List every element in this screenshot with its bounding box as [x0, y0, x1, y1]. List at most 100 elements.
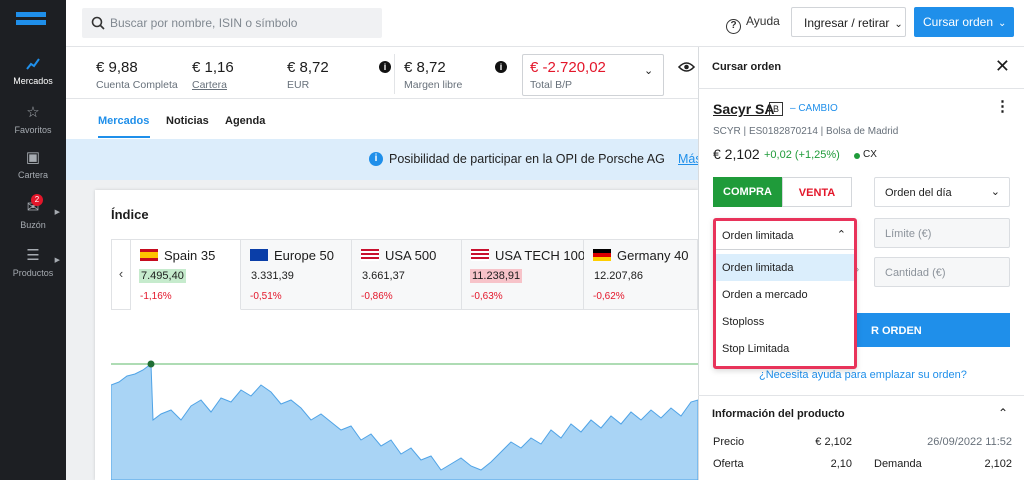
submit-order-button[interactable]: R ORDEN: [855, 313, 1010, 347]
chevron-down-icon: ⌄: [990, 186, 1000, 198]
index-value: 3.331,39: [251, 270, 294, 282]
order-panel-title: Cursar orden: [712, 61, 782, 73]
us-flag-icon: [361, 249, 379, 261]
index-tab-usatech100[interactable]: USA TECH 100 11.238,91 -0,63%: [462, 239, 586, 310]
deposit-withdraw-button[interactable]: Ingresar / retirar ⌄: [791, 7, 906, 37]
sidebar-item-label: Mercados: [13, 76, 53, 86]
bid-label: Oferta: [713, 458, 744, 470]
chevron-right-icon: ▶: [54, 209, 60, 216]
help-icon: ?: [726, 19, 741, 34]
divider: [394, 54, 395, 94]
stock-tag: B: [769, 102, 783, 116]
search-input[interactable]: Buscar por nombre, ISIN o símbolo: [82, 8, 382, 38]
search-icon: [91, 16, 105, 30]
buy-toggle[interactable]: COMPRA: [713, 177, 782, 207]
tab-agenda[interactable]: Agenda: [225, 115, 265, 127]
submit-label: R ORDEN: [871, 325, 922, 337]
price-label: Precio: [713, 436, 745, 448]
sidebar-item-favoritos[interactable]: ☆ Favoritos: [0, 105, 66, 136]
quantity-input[interactable]: Cantidad (€): [874, 257, 1010, 287]
info-icon[interactable]: i: [379, 61, 391, 73]
index-value: 11.238,91: [470, 269, 523, 283]
sidebar-item-label: Buzón: [20, 220, 46, 230]
us-flag-icon: [471, 249, 489, 261]
order-type-select[interactable]: Orden limitada ⌃: [716, 221, 854, 250]
info-icon: i: [369, 152, 383, 166]
index-name: Germany 40: [617, 248, 689, 263]
spain-flag-icon: [140, 249, 158, 261]
option-stop-limit[interactable]: Stop Limitada: [716, 335, 854, 362]
stock-info: SCYR | ES0182870214 | Bolsa de Madrid: [713, 126, 899, 137]
index-name: USA TECH 100: [495, 248, 586, 263]
balance-value: € 8,72: [287, 59, 329, 76]
balance-value: € 9,88: [96, 59, 138, 76]
sidebar-item-label: Favoritos: [14, 125, 52, 135]
balance-label: EUR: [287, 79, 310, 91]
balance-value: € 1,16: [192, 59, 234, 76]
previous-arrow-icon[interactable]: ‹: [111, 239, 131, 310]
tab-mercados[interactable]: Mercados: [98, 115, 149, 127]
germany-flag-icon: [593, 249, 611, 261]
stock-name[interactable]: Sacyr SA: [713, 101, 774, 117]
eye-icon[interactable]: [678, 61, 695, 73]
index-price-chart[interactable]: [111, 330, 698, 480]
option-market-order[interactable]: Orden a mercado: [716, 281, 854, 308]
tab-noticias[interactable]: Noticias: [166, 115, 209, 127]
chevron-down-icon: ⌄: [998, 18, 1007, 29]
order-type-dropdown[interactable]: Orden limitada ⌃ Orden limitada Orden a m…: [713, 218, 857, 369]
index-tab-spain35[interactable]: Spain 35 7.495,40 -1,16%: [131, 239, 241, 310]
sell-toggle[interactable]: VENTA: [782, 177, 852, 207]
chevron-up-icon: ⌃: [836, 229, 846, 241]
sidebar-item-buzon[interactable]: ✉ 2 ▶ Buzón: [0, 194, 66, 230]
balance-label: Margen libre: [404, 79, 463, 91]
balance-label[interactable]: Cartera: [192, 79, 227, 91]
price-value: € 2,102: [815, 436, 852, 448]
balance-value: € -2.720,02: [530, 59, 606, 76]
unread-badge: 2: [31, 194, 43, 206]
search-placeholder: Buscar por nombre, ISIN o símbolo: [110, 16, 298, 30]
price-area: [111, 363, 698, 480]
top-bar: Buscar por nombre, ISIN o símbolo ? Ayuda…: [66, 0, 1024, 47]
index-change: -0,63%: [471, 291, 503, 302]
order-panel-header: Cursar orden ✕: [698, 47, 1024, 89]
index-value: 3.661,37: [362, 270, 405, 282]
eu-flag-icon: [250, 249, 268, 261]
chart-line-icon: [26, 58, 40, 70]
option-limit-order[interactable]: Orden limitada: [716, 254, 854, 281]
chart-marker: [147, 360, 155, 368]
order-help-link[interactable]: ¿Necesita ayuda para emplazar su orden?: [759, 369, 967, 381]
sidebar-item-productos[interactable]: ☰ ▶ Productos: [0, 248, 66, 279]
index-name: USA 500: [385, 248, 437, 263]
sidebar-item-cartera[interactable]: ▣ Cartera: [0, 150, 66, 181]
price-change: +0,02 (+1,25%): [764, 149, 840, 161]
balance-label: Cuenta Completa: [96, 79, 178, 91]
index-tab-usa500[interactable]: USA 500 3.661,37 -0,86%: [352, 239, 462, 310]
info-icon[interactable]: i: [495, 61, 507, 73]
sidebar-item-label: Cartera: [17, 170, 48, 180]
exchange-rate-link[interactable]: – CAMBIO: [790, 103, 838, 114]
app-logo[interactable]: [16, 12, 46, 32]
close-icon[interactable]: ✕: [995, 57, 1010, 75]
more-options-icon[interactable]: ⋮: [995, 99, 1010, 114]
tab-bar: Mercados Noticias Agenda: [66, 98, 698, 138]
index-change: -0,62%: [593, 291, 625, 302]
option-stoploss[interactable]: Stoploss: [716, 308, 854, 335]
index-section-title: Índice: [111, 207, 149, 222]
ask-label: Demanda: [874, 458, 922, 470]
balance-value: € 8,72: [404, 59, 446, 76]
order-validity-select[interactable]: Orden del día ⌄: [874, 177, 1010, 207]
limit-price-input[interactable]: Límite (€): [874, 218, 1010, 248]
chevron-down-icon: ⌄: [894, 19, 903, 30]
index-change: -1,16%: [140, 291, 172, 302]
order-label: Cursar orden: [923, 15, 994, 29]
balance-label: Total B/P: [530, 79, 573, 91]
bid-value: 2,10: [830, 458, 852, 470]
index-tab-europe50[interactable]: Europe 50 3.331,39 -0,51%: [241, 239, 352, 310]
product-info-header[interactable]: Información del producto ⌃: [698, 395, 1024, 431]
index-tab-germany40[interactable]: Germany 40 12.207,86 -0,62%: [584, 239, 698, 310]
sidebar-item-mercados[interactable]: Mercados: [0, 56, 66, 86]
place-order-button[interactable]: Cursar orden ⌄: [914, 7, 1014, 37]
chevron-down-icon[interactable]: ⌄: [644, 64, 653, 77]
help-button[interactable]: ? Ayuda: [726, 14, 780, 34]
help-label: Ayuda: [746, 14, 780, 28]
